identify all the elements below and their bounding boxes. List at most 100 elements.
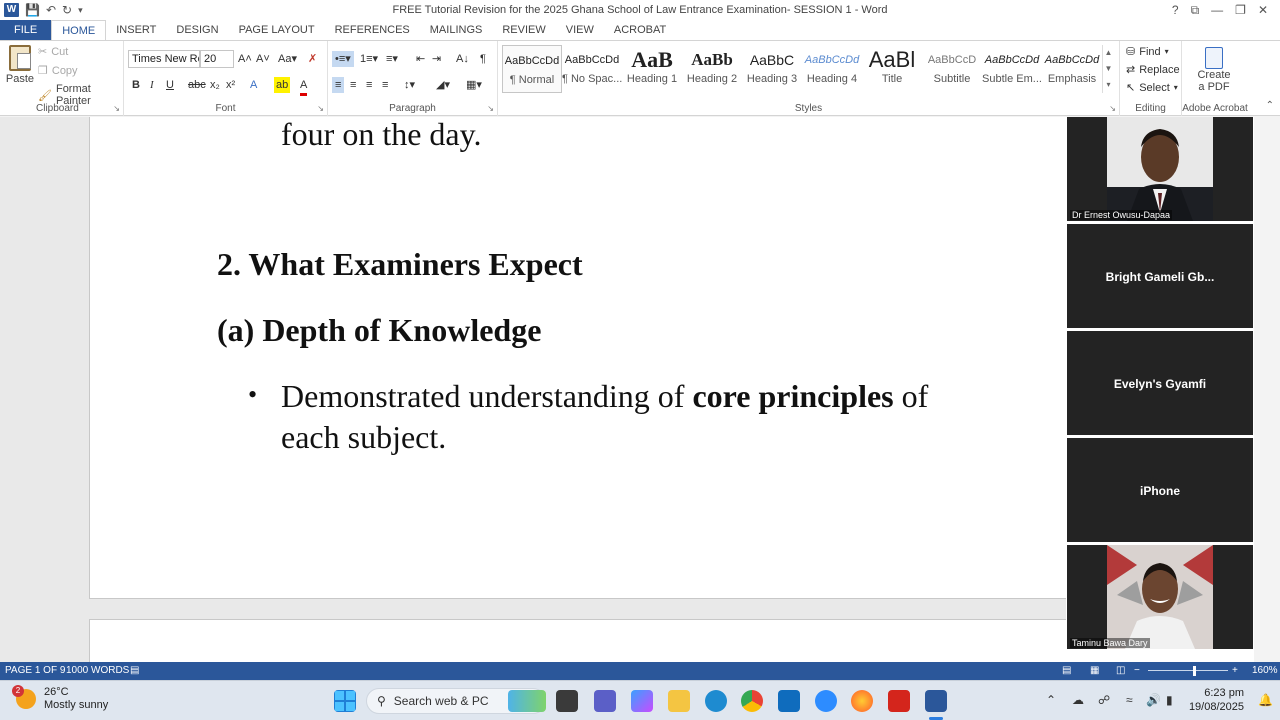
clear-formatting-icon[interactable]: ✗	[308, 51, 317, 67]
clipboard-launcher-icon[interactable]: ↘	[113, 104, 120, 113]
ribbon-display-icon[interactable]: ⧉	[1191, 3, 1200, 18]
maximize-button[interactable]: ❐	[1235, 3, 1246, 17]
create-pdf-button[interactable]: Create a PDF	[1194, 47, 1234, 93]
shading-icon[interactable]: ◢▾	[436, 77, 450, 93]
page-count[interactable]: PAGE 1 OF 9	[5, 665, 65, 676]
show-formatting-icon[interactable]: ¶	[480, 51, 486, 67]
font-size-select[interactable]: 20	[200, 50, 234, 68]
file-explorer-icon[interactable]	[668, 690, 690, 712]
underline-icon[interactable]: U	[166, 77, 174, 93]
increase-indent-icon[interactable]: ⇥	[432, 51, 441, 67]
subscript-icon[interactable]: x₂	[210, 77, 220, 93]
document-area[interactable]: four on the day. 2. What Examiners Expec…	[0, 117, 1066, 662]
align-right-icon[interactable]: ≡	[366, 77, 372, 93]
zoom-out-icon[interactable]: −	[1134, 665, 1140, 676]
align-center-icon[interactable]: ≡	[350, 77, 356, 93]
document-page-1[interactable]: four on the day. 2. What Examiners Expec…	[89, 117, 1066, 599]
cut-button[interactable]: ✂ Cut	[38, 45, 68, 59]
document-page-2[interactable]	[89, 619, 1066, 662]
font-color-icon[interactable]: A	[300, 77, 308, 96]
select-button[interactable]: ↖ Select ▾	[1126, 81, 1178, 95]
align-left-icon[interactable]: ≡	[332, 77, 345, 93]
tab-acrobat[interactable]: ACROBAT	[604, 20, 676, 40]
word-count[interactable]: 1000 WORDS	[66, 665, 129, 676]
tab-page-layout[interactable]: PAGE LAYOUT	[229, 20, 325, 40]
style-heading-2[interactable]: AaBb Heading 2	[682, 45, 742, 93]
paragraph-launcher-icon[interactable]: ↘	[487, 104, 494, 113]
collapse-ribbon-icon[interactable]: ⌃	[1266, 100, 1274, 111]
volume-icon[interactable]: 🔊	[1146, 693, 1161, 707]
customize-qat-icon[interactable]: ▾	[78, 3, 83, 17]
close-button[interactable]: ✕	[1258, 3, 1268, 17]
superscript-icon[interactable]: x²	[226, 77, 235, 93]
zoom-app-icon[interactable]	[815, 690, 837, 712]
style-subtitle[interactable]: AaBbCcD Subtitle	[922, 45, 982, 93]
paste-button[interactable]: Paste	[4, 45, 36, 85]
style-subtle-emphasis[interactable]: AaBbCcDd Subtle Em...	[982, 45, 1042, 93]
tab-file[interactable]: FILE	[0, 20, 52, 40]
style-normal[interactable]: AaBbCcDd ¶ Normal	[502, 45, 562, 93]
zoom-in-icon[interactable]: +	[1232, 665, 1238, 676]
sort-icon[interactable]: A↓	[456, 51, 469, 67]
input-method-icon[interactable]: ☍	[1098, 693, 1110, 707]
copy-button[interactable]: ❐ Copy	[38, 64, 78, 78]
styles-launcher-icon[interactable]: ↘	[1109, 104, 1116, 113]
word-taskbar-icon[interactable]	[925, 690, 947, 712]
highlight-icon[interactable]: ab	[274, 77, 291, 93]
network-status-icon[interactable]: ☁	[1072, 693, 1084, 707]
tab-review[interactable]: REVIEW	[492, 20, 555, 40]
bold-icon[interactable]: B	[132, 77, 140, 93]
multilevel-list-icon[interactable]: ≡▾	[386, 51, 398, 67]
battery-icon[interactable]: ▮	[1166, 693, 1173, 707]
store-icon[interactable]	[778, 690, 800, 712]
show-hidden-icons[interactable]: ⌃	[1046, 693, 1056, 707]
zoom-slider[interactable]	[1148, 670, 1228, 671]
justify-icon[interactable]: ≡	[382, 77, 388, 93]
shrink-font-icon[interactable]: A˅	[256, 51, 270, 67]
save-icon[interactable]: 💾	[25, 3, 40, 17]
chrome-icon[interactable]	[741, 690, 763, 712]
participant-tile[interactable]: Dr Ernest Owusu-Dapaa	[1067, 117, 1253, 221]
font-family-select[interactable]: Times New Ro	[128, 50, 200, 68]
tab-home[interactable]: HOME	[51, 20, 107, 40]
grow-font-icon[interactable]: A˄	[238, 51, 252, 67]
style-heading-1[interactable]: AaB Heading 1	[622, 45, 682, 93]
weather-widget[interactable]: 2 26°C Mostly sunny	[12, 685, 108, 712]
find-button[interactable]: ⛁ Find ▾	[1126, 45, 1169, 59]
teams-icon[interactable]	[594, 690, 616, 712]
text-effects-icon[interactable]: A	[250, 77, 257, 93]
tab-insert[interactable]: INSERT	[106, 20, 166, 40]
edge-icon[interactable]	[705, 690, 727, 712]
participant-tile[interactable]: Bright Gameli Gb...	[1067, 224, 1253, 328]
minimize-button[interactable]: —	[1211, 3, 1223, 17]
wifi-icon[interactable]: ≈	[1126, 693, 1133, 707]
participant-tile[interactable]: Taminu Bawa Dary	[1067, 545, 1253, 649]
tab-view[interactable]: VIEW	[556, 20, 604, 40]
web-layout-icon[interactable]: ◫	[1116, 665, 1125, 676]
style-emphasis[interactable]: AaBbCcDd Emphasis	[1042, 45, 1102, 93]
print-layout-icon[interactable]: ▦	[1090, 665, 1099, 676]
tab-design[interactable]: DESIGN	[166, 20, 228, 40]
start-button-icon[interactable]	[334, 690, 356, 712]
zoom-level[interactable]: 160%	[1252, 665, 1278, 676]
proofing-icon[interactable]: ▤	[130, 665, 139, 676]
notifications-icon[interactable]: 🔔	[1258, 693, 1273, 707]
italic-icon[interactable]: I	[150, 77, 154, 93]
acrobat-reader-icon[interactable]	[888, 690, 910, 712]
borders-icon[interactable]: ▦▾	[466, 77, 482, 93]
font-launcher-icon[interactable]: ↘	[317, 104, 324, 113]
replace-button[interactable]: ⇄ Replace	[1126, 63, 1180, 77]
participant-tile[interactable]: Evelyn's Gyamfi	[1067, 331, 1253, 435]
tab-mailings[interactable]: MAILINGS	[420, 20, 493, 40]
task-view-icon[interactable]	[556, 690, 578, 712]
tab-references[interactable]: REFERENCES	[325, 20, 420, 40]
system-clock[interactable]: 6:23 pm 19/08/2025	[1189, 686, 1244, 714]
numbering-icon[interactable]: 1≡▾	[360, 51, 378, 67]
bullets-icon[interactable]: •≡▾	[332, 51, 354, 67]
strikethrough-icon[interactable]: abc	[188, 77, 206, 93]
change-case-icon[interactable]: Aa▾	[278, 51, 297, 67]
help-icon[interactable]: ?	[1172, 3, 1179, 17]
undo-icon[interactable]: ↶	[46, 3, 56, 17]
copilot-icon[interactable]	[631, 690, 653, 712]
style-heading-4[interactable]: AaBbCcDd Heading 4	[802, 45, 862, 93]
